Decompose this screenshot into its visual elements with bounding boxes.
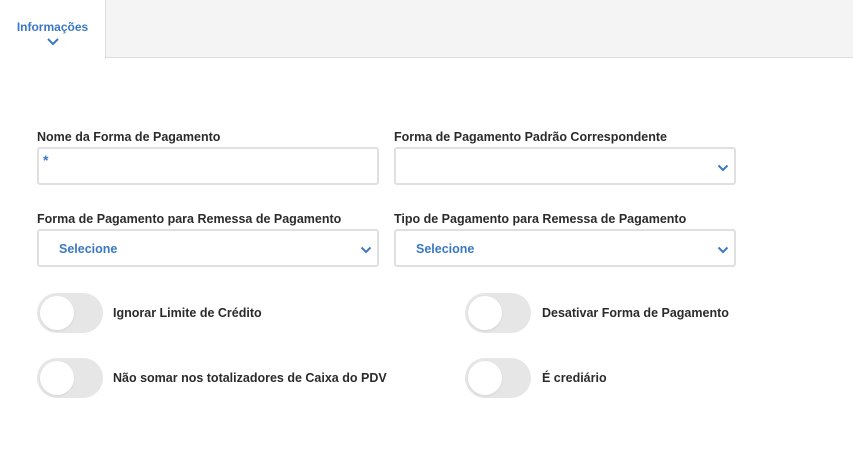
chevron-down-icon	[46, 38, 59, 46]
is-installment-toggle[interactable]	[465, 358, 531, 398]
tab-informacoes-label: Informações	[16, 20, 89, 34]
no-sum-pdv-label: Não somar nos totalizadores de Caixa do …	[113, 371, 387, 385]
disable-payment-label: Desativar Forma de Pagamento	[542, 306, 729, 320]
chevron-down-icon	[717, 164, 729, 172]
payment-name-value: *	[43, 152, 49, 168]
tab-bar-background	[106, 0, 853, 58]
default-payment-label: Forma de Pagamento Padrão Correspondente	[394, 130, 667, 144]
ignore-credit-limit-toggle[interactable]	[37, 293, 103, 333]
toggle-knob	[468, 296, 502, 330]
payment-name-label: Nome da Forma de Pagamento	[37, 130, 221, 144]
disable-payment-toggle[interactable]	[465, 293, 531, 333]
chevron-down-icon	[360, 246, 372, 254]
remittance-payment-type-value: Selecione	[416, 242, 475, 256]
is-installment-label: É crediário	[542, 371, 607, 385]
tab-informacoes[interactable]: Informações	[0, 0, 106, 59]
default-payment-select[interactable]	[394, 147, 736, 185]
toggle-knob	[468, 361, 502, 395]
remittance-payment-type-select[interactable]: Selecione	[394, 229, 736, 267]
payment-name-input[interactable]: *	[37, 147, 379, 185]
remittance-payment-form-value: Selecione	[59, 242, 118, 256]
remittance-payment-form-label: Forma de Pagamento para Remessa de Pagam…	[37, 212, 342, 226]
chevron-down-icon	[717, 246, 729, 254]
remittance-payment-form-select[interactable]: Selecione	[37, 229, 379, 267]
toggle-knob	[40, 361, 74, 395]
ignore-credit-limit-label: Ignorar Limite de Crédito	[113, 306, 262, 320]
remittance-payment-type-label: Tipo de Pagamento para Remessa de Pagame…	[394, 212, 687, 226]
toggle-knob	[40, 296, 74, 330]
tab-bar: Informações	[0, 0, 853, 59]
no-sum-pdv-toggle[interactable]	[37, 358, 103, 398]
